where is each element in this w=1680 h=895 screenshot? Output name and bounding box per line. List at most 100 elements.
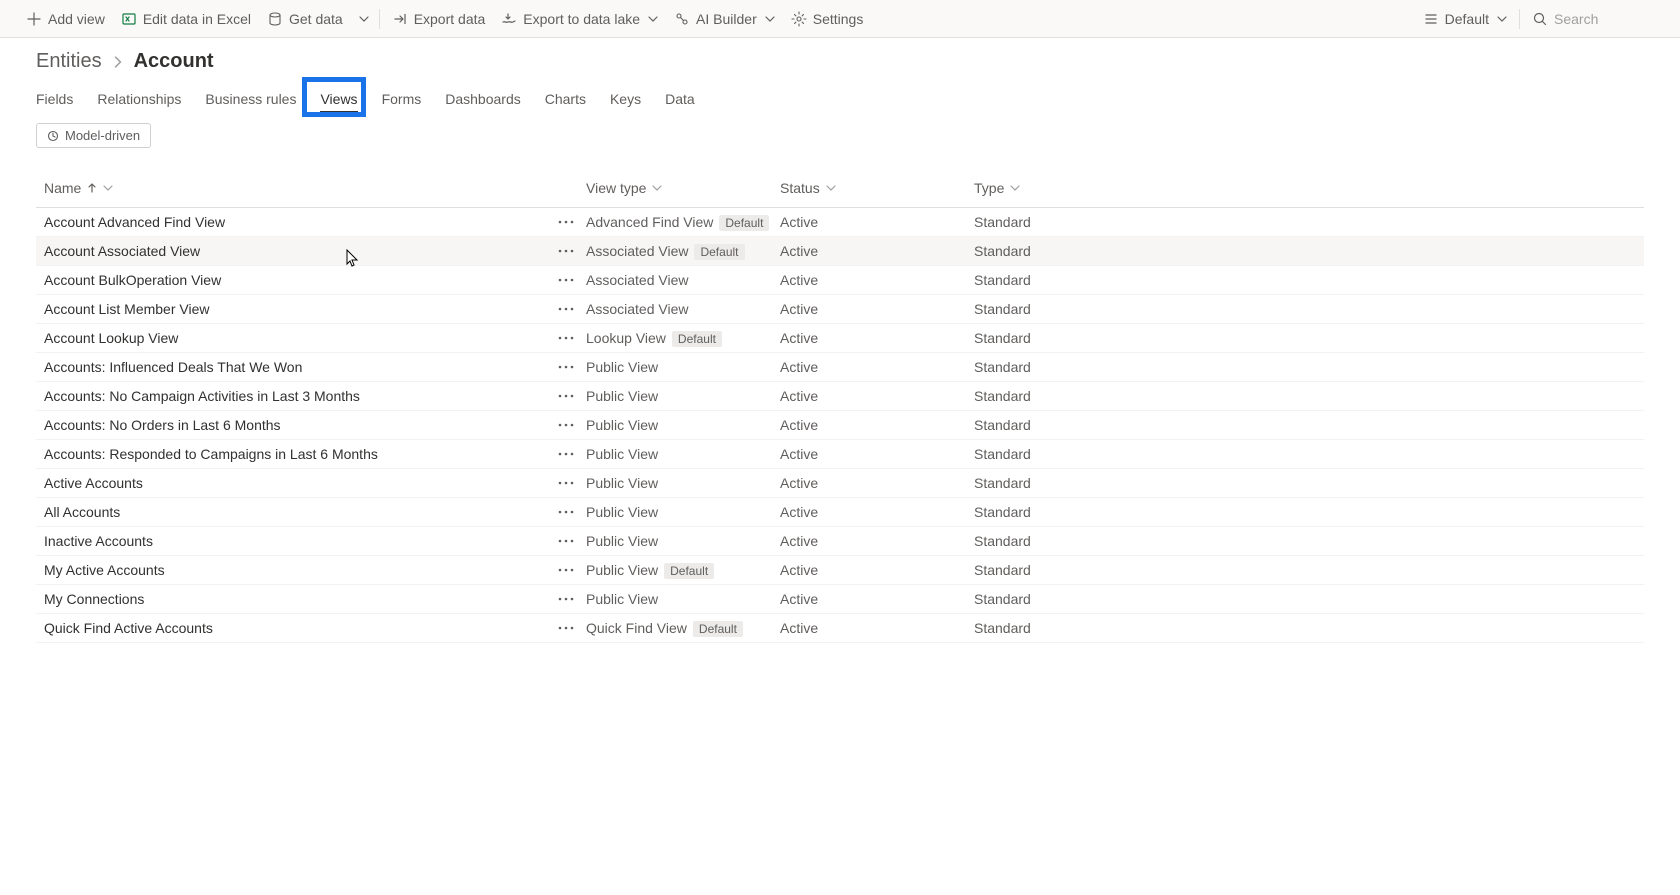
filter-icon — [47, 130, 59, 142]
row-actions — [546, 587, 586, 611]
export-data-button[interactable]: Export data — [384, 0, 494, 38]
cell-status: Active — [780, 591, 974, 607]
export-lake-label: Export to data lake — [523, 11, 640, 27]
column-header-status[interactable]: Status — [780, 180, 974, 196]
table-row[interactable]: Account Advanced Find ViewAdvanced Find … — [36, 208, 1644, 237]
database-icon — [267, 11, 283, 27]
tab-forms[interactable]: Forms — [382, 91, 422, 113]
cell-name[interactable]: Accounts: Responded to Campaigns in Last… — [36, 446, 546, 462]
page-header: Entities Account — [0, 38, 1680, 73]
row-actions — [546, 210, 586, 234]
cell-name[interactable]: Accounts: Influenced Deals That We Won — [36, 359, 546, 375]
cell-name[interactable]: Quick Find Active Accounts — [36, 620, 546, 636]
breadcrumb-root[interactable]: Entities — [36, 50, 102, 73]
table-row[interactable]: Account BulkOperation View Associated Vie… — [36, 266, 1644, 295]
more-icon[interactable] — [554, 500, 578, 524]
table-row[interactable]: Quick Find Active Accounts Quick Find Vie… — [36, 614, 1644, 643]
cell-viewtype: Lookup ViewDefault — [586, 330, 780, 347]
tab-data[interactable]: Data — [665, 91, 695, 113]
cell-status: Active — [780, 243, 974, 259]
row-actions — [546, 529, 586, 553]
views-table: Name View type Status Type — [0, 152, 1680, 643]
more-icon[interactable] — [554, 239, 578, 263]
cell-type: Standard — [974, 359, 1644, 375]
get-data-chevron[interactable] — [351, 0, 375, 38]
default-badge: Default — [694, 244, 744, 260]
cell-name[interactable]: Accounts: No Orders in Last 6 Months — [36, 417, 546, 433]
entity-tabs: Fields Relationships Business rules Views Fo… — [0, 73, 1680, 113]
tab-business-rules[interactable]: Business rules — [205, 91, 296, 113]
cell-name[interactable]: Active Accounts — [36, 475, 546, 491]
more-icon[interactable] — [554, 326, 578, 350]
cell-viewtype: Associated View — [586, 272, 780, 288]
column-header-type[interactable]: Type — [974, 180, 1644, 196]
table-row[interactable]: My ConnectionsPublic ViewActiveStandard — [36, 585, 1644, 614]
tab-relationships[interactable]: Relationships — [97, 91, 181, 113]
default-badge: Default — [693, 621, 743, 637]
table-row[interactable]: Accounts: No Campaign Activities in Last… — [36, 382, 1644, 411]
table-row[interactable]: Account Associated ViewAssociated ViewDe… — [36, 237, 1644, 266]
table-row[interactable]: My Active AccountsPublic ViewDefaultActi… — [36, 556, 1644, 585]
more-icon[interactable] — [554, 355, 578, 379]
search-input[interactable] — [1554, 11, 1654, 27]
more-icon[interactable] — [554, 529, 578, 553]
model-driven-pill[interactable]: Model-driven — [36, 123, 151, 148]
table-row[interactable]: Accounts: Responded to Campaigns in Last… — [36, 440, 1644, 469]
search-box[interactable] — [1524, 0, 1662, 38]
cell-type: Standard — [974, 475, 1644, 491]
more-icon[interactable] — [554, 442, 578, 466]
table-row[interactable]: Accounts: No Orders in Last 6 MonthsPubl… — [36, 411, 1644, 440]
more-icon[interactable] — [554, 384, 578, 408]
cell-viewtype: Public View — [586, 446, 780, 462]
cell-type: Standard — [974, 214, 1644, 230]
cell-name[interactable]: My Connections — [36, 591, 546, 607]
tab-fields[interactable]: Fields — [36, 91, 73, 113]
tab-views[interactable]: Views — [320, 91, 357, 113]
table-row[interactable]: Inactive AccountsPublic ViewActiveStanda… — [36, 527, 1644, 556]
cell-name[interactable]: My Active Accounts — [36, 562, 546, 578]
ai-builder-label: AI Builder — [696, 11, 757, 27]
cell-name[interactable]: Account List Member View — [36, 301, 546, 317]
more-icon[interactable] — [554, 616, 578, 640]
edit-excel-button[interactable]: Edit data in Excel — [113, 0, 259, 38]
more-icon[interactable] — [554, 587, 578, 611]
get-data-label: Get data — [289, 11, 343, 27]
ai-icon — [674, 11, 690, 27]
tab-keys[interactable]: Keys — [610, 91, 641, 113]
cell-type: Standard — [974, 504, 1644, 520]
more-icon[interactable] — [554, 413, 578, 437]
more-icon[interactable] — [554, 471, 578, 495]
default-view-button[interactable]: Default — [1415, 0, 1515, 38]
more-icon[interactable] — [554, 210, 578, 234]
cell-name[interactable]: All Accounts — [36, 504, 546, 520]
table-row[interactable]: Account List Member ViewAssociated ViewA… — [36, 295, 1644, 324]
cell-viewtype: Associated View — [586, 301, 780, 317]
table-row[interactable]: Account Lookup ViewLookup ViewDefaultAct… — [36, 324, 1644, 353]
cell-name[interactable]: Account Associated View — [36, 243, 546, 259]
tab-charts[interactable]: Charts — [545, 91, 586, 113]
ai-builder-button[interactable]: AI Builder — [666, 0, 783, 38]
more-icon[interactable] — [554, 297, 578, 321]
table-row[interactable]: Active AccountsPublic ViewActiveStandard — [36, 469, 1644, 498]
cell-status: Active — [780, 475, 974, 491]
table-row[interactable]: All AccountsPublic ViewActiveStandard — [36, 498, 1644, 527]
cell-name[interactable]: Account Lookup View — [36, 330, 546, 346]
cell-type: Standard — [974, 272, 1644, 288]
more-icon[interactable] — [554, 268, 578, 292]
more-icon[interactable] — [554, 558, 578, 582]
table-row[interactable]: Accounts: Influenced Deals That We WonPu… — [36, 353, 1644, 382]
column-header-viewtype[interactable]: View type — [586, 180, 780, 196]
cell-status: Active — [780, 214, 974, 230]
cell-name[interactable]: Inactive Accounts — [36, 533, 546, 549]
tab-dashboards[interactable]: Dashboards — [445, 91, 521, 113]
column-header-name[interactable]: Name — [36, 180, 546, 196]
settings-button[interactable]: Settings — [783, 0, 872, 38]
cell-name[interactable]: Accounts: No Campaign Activities in Last… — [36, 388, 546, 404]
get-data-button[interactable]: Get data — [259, 0, 351, 38]
export-lake-button[interactable]: Export to data lake — [493, 0, 666, 38]
cell-viewtype: Quick Find ViewDefault — [586, 620, 780, 637]
add-view-button[interactable]: Add view — [18, 0, 113, 38]
cell-name[interactable]: Account Advanced Find View — [36, 214, 546, 230]
cell-name[interactable]: Account BulkOperation View — [36, 272, 546, 288]
cell-status: Active — [780, 562, 974, 578]
